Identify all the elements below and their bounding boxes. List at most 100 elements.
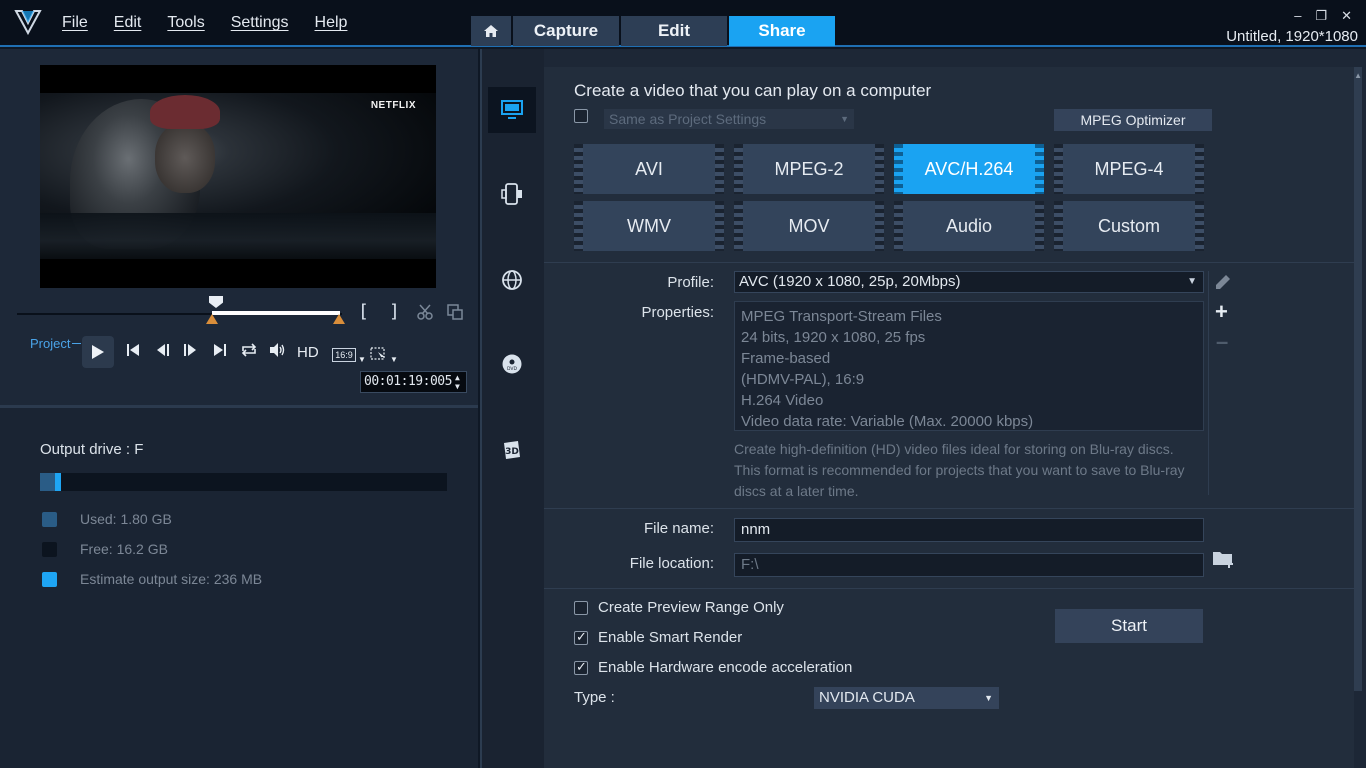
scrubber-handle[interactable] <box>209 296 223 308</box>
type-value: NVIDIA CUDA <box>819 689 915 706</box>
share-category-bar: DVD 3D <box>482 49 544 768</box>
file-location-label: File location: <box>629 555 714 572</box>
workspace-tabs: Capture Edit Share <box>471 16 835 46</box>
timecode-spinner[interactable]: ▲ ▼ <box>455 373 464 391</box>
tab-edit[interactable]: Edit <box>621 16 727 46</box>
vertical-scrollbar[interactable] <box>1354 67 1362 691</box>
category-web[interactable] <box>488 257 536 303</box>
file-name-input[interactable]: nnm <box>734 518 1204 542</box>
drive-usage-bar <box>40 473 447 491</box>
repeat-icon[interactable] <box>240 342 258 358</box>
player-panel: NETFLIX [ ] Project HD 16:9 ▼ ▼ 00:01:19… <box>0 49 478 408</box>
share-panel: DVD 3D ▲ Create a video that you can pla… <box>480 49 1366 768</box>
legend-estimate: Estimate output size: 236 MB <box>42 571 262 587</box>
tab-share[interactable]: Share <box>729 16 835 46</box>
category-disc[interactable]: DVD <box>488 341 536 387</box>
format-audio[interactable]: Audio <box>894 201 1044 251</box>
hardware-encode-label: Enable Hardware encode acceleration <box>598 659 853 676</box>
video-preview[interactable]: NETFLIX <box>40 65 436 288</box>
mark-out-button[interactable]: ] <box>389 301 400 322</box>
netflix-watermark: NETFLIX <box>370 100 416 111</box>
option-smart-render[interactable]: Enable Smart Render <box>574 629 742 646</box>
close-button[interactable]: ✕ <box>1341 8 1352 24</box>
project-settings-dropdown: Same as Project Settings ▼ <box>604 109 854 129</box>
remove-profile-minus-icon[interactable]: – <box>1216 329 1228 355</box>
add-profile-plus-icon[interactable]: + <box>1215 299 1228 325</box>
start-button[interactable]: Start <box>1055 609 1203 643</box>
used-label: Used: 1.80 GB <box>80 511 172 527</box>
go-to-start-icon[interactable] <box>125 342 141 358</box>
format-avc-h264[interactable]: AVC/H.264 <box>894 144 1044 194</box>
properties-box: MPEG Transport-Stream Files 24 bits, 192… <box>734 301 1204 431</box>
format-mpeg4[interactable]: MPEG-4 <box>1054 144 1204 194</box>
hardware-encode-checkbox[interactable] <box>574 659 588 675</box>
free-swatch <box>42 541 57 557</box>
estimate-swatch <box>42 571 57 587</box>
type-dropdown[interactable]: NVIDIA CUDA ▼ <box>814 687 999 709</box>
chevron-down-icon: ▼ <box>1187 276 1197 287</box>
category-3d[interactable]: 3D <box>488 427 536 473</box>
trim-in-marker[interactable] <box>206 314 218 324</box>
3d-movie-icon: 3D <box>504 441 520 459</box>
legend-free: Free: 16.2 GB <box>42 541 168 557</box>
smart-render-label: Enable Smart Render <box>598 629 743 646</box>
option-preview-range[interactable]: Create Preview Range Only <box>574 599 784 616</box>
scroll-up-arrow-icon[interactable]: ▲ <box>1354 71 1362 80</box>
aspect-ratio-dropdown-icon[interactable]: ▼ <box>358 355 366 364</box>
play-button[interactable] <box>82 336 114 368</box>
tab-capture[interactable]: Capture <box>513 16 619 46</box>
edit-profile-pencil-icon[interactable] <box>1214 273 1232 291</box>
property-line: MPEG Transport-Stream Files <box>741 308 942 325</box>
app-logo-icon[interactable] <box>14 9 42 35</box>
preview-frame <box>40 93 436 259</box>
profile-dropdown[interactable]: AVC (1920 x 1080, 25p, 20Mbps) ▼ <box>734 271 1204 293</box>
go-to-end-icon[interactable] <box>212 342 228 358</box>
volume-icon[interactable] <box>268 342 286 358</box>
hd-preview-toggle[interactable]: HD <box>297 344 319 361</box>
chevron-down-icon: ▼ <box>984 693 993 703</box>
file-location-input[interactable]: F:\ <box>734 553 1204 577</box>
option-hardware-encode[interactable]: Enable Hardware encode acceleration <box>574 659 852 676</box>
minimize-button[interactable]: – <box>1294 8 1301 24</box>
menu-help[interactable]: Help <box>315 14 348 32</box>
format-wmv[interactable]: WMV <box>574 201 724 251</box>
window-controls: – ❐ ✕ <box>1294 8 1352 24</box>
format-custom[interactable]: Custom <box>1054 201 1204 251</box>
category-computer[interactable] <box>488 87 536 133</box>
project-mode-line <box>72 343 81 344</box>
enlarge-preview-icon[interactable] <box>446 303 464 321</box>
share-settings: Create a video that you can play on a co… <box>544 67 1354 768</box>
menu-tools[interactable]: Tools <box>167 14 204 32</box>
project-mode-label[interactable]: Project <box>30 336 70 351</box>
svg-text:3D: 3D <box>505 447 519 457</box>
split-scissors-icon[interactable] <box>416 303 434 321</box>
display-mode-dropdown-icon[interactable]: ▼ <box>390 355 398 364</box>
same-as-project-checkbox[interactable] <box>574 109 588 123</box>
aspect-ratio-button[interactable]: 16:9 <box>332 348 356 362</box>
menu-file[interactable]: File <box>62 14 88 32</box>
estimate-label: Estimate output size: 236 MB <box>80 571 263 587</box>
menu-settings[interactable]: Settings <box>231 14 289 32</box>
chevron-down-icon: ▼ <box>840 114 849 124</box>
play-icon <box>92 345 104 359</box>
trim-out-marker[interactable] <box>333 314 345 324</box>
smart-render-checkbox[interactable] <box>574 629 588 645</box>
menu-edit[interactable]: Edit <box>114 14 142 32</box>
mpeg-optimizer-button[interactable]: MPEG Optimizer <box>1054 109 1212 131</box>
next-frame-icon[interactable] <box>182 342 198 358</box>
timecode-field[interactable]: 00:01:19:005 ▲ ▼ <box>360 371 467 393</box>
tab-home[interactable] <box>471 16 511 46</box>
previous-frame-icon[interactable] <box>155 342 171 358</box>
home-icon <box>484 25 498 37</box>
section-divider <box>544 588 1354 589</box>
format-avi[interactable]: AVI <box>574 144 724 194</box>
property-line: (HDMV-PAL), 16:9 <box>741 371 865 388</box>
category-device[interactable] <box>488 171 536 217</box>
format-mpeg2[interactable]: MPEG-2 <box>734 144 884 194</box>
mark-in-button[interactable]: [ <box>358 301 369 322</box>
browse-folder-icon[interactable] <box>1212 549 1236 569</box>
restore-button[interactable]: ❐ <box>1315 8 1327 24</box>
format-mov[interactable]: MOV <box>734 201 884 251</box>
preview-range-checkbox[interactable] <box>574 600 588 615</box>
display-mode-icon[interactable] <box>370 347 388 361</box>
